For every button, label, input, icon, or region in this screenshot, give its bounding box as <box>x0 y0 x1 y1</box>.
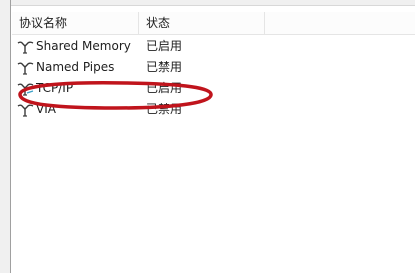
protocol-icon <box>17 41 34 54</box>
protocol-row-tcp-ip[interactable]: TCP/IP 已启用 <box>12 78 415 99</box>
protocol-list: 协议名称 状态 Shared Memory 已启用 Named Pipes 已禁… <box>12 6 415 273</box>
protocol-status: 已启用 <box>146 39 183 53</box>
protocol-row-via[interactable]: VIA 已禁用 <box>12 99 415 120</box>
protocol-status: 已禁用 <box>146 60 183 74</box>
column-header-protocol-name[interactable]: 协议名称 <box>12 12 139 34</box>
protocol-status: 已禁用 <box>146 102 183 116</box>
protocol-name: Named Pipes <box>36 60 115 74</box>
protocol-name: Shared Memory <box>36 39 131 53</box>
protocol-row-named-pipes[interactable]: Named Pipes 已禁用 <box>12 57 415 78</box>
tree-pane-edge <box>0 0 11 273</box>
protocol-status: 已启用 <box>146 81 183 95</box>
protocol-name: TCP/IP <box>36 81 74 95</box>
column-header-status[interactable]: 状态 <box>139 12 265 34</box>
list-header: 协议名称 状态 <box>12 12 415 35</box>
protocol-icon <box>17 62 34 75</box>
protocol-row-shared-memory[interactable]: Shared Memory 已启用 <box>12 36 415 57</box>
protocol-icon <box>17 83 34 96</box>
protocol-name: VIA <box>36 102 56 116</box>
protocol-icon <box>17 104 34 117</box>
